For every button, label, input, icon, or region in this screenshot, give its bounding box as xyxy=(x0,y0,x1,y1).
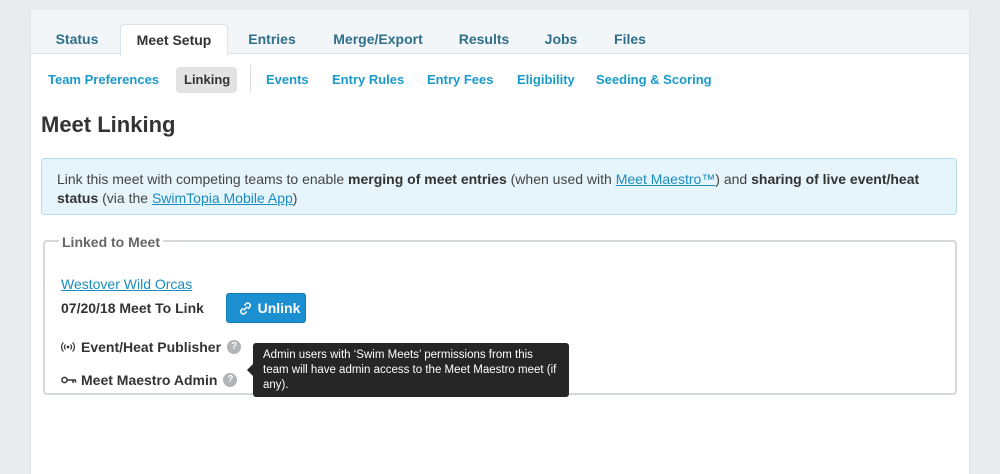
info-text: (via the xyxy=(98,190,152,206)
permission-event-heat-publisher: Event/Heat Publisher ? xyxy=(61,339,242,355)
key-icon xyxy=(61,373,77,387)
tooltip-arrow xyxy=(247,364,253,376)
broadcast-icon xyxy=(61,340,77,354)
permission-label: Event/Heat Publisher xyxy=(81,339,222,355)
admin-permission-tooltip: Admin users with ‘Swim Meets’ permission… xyxy=(247,343,569,397)
help-icon[interactable]: ? xyxy=(223,373,238,387)
unlink-button[interactable]: Unlink xyxy=(226,293,306,323)
mobile-app-link[interactable]: SwimTopia Mobile App xyxy=(152,190,293,206)
tab-files[interactable]: Files xyxy=(603,25,657,53)
subnav-team-preferences[interactable]: Team Preferences xyxy=(40,67,167,93)
info-text: Link this meet with competing teams to e… xyxy=(57,171,349,187)
page-container: Status Meet Setup Entries Merge/Export R… xyxy=(30,10,970,474)
linked-meet-name: 07/20/18 Meet To Link xyxy=(61,300,204,316)
info-text: ) and xyxy=(715,171,752,187)
tab-meet-setup[interactable]: Meet Setup xyxy=(120,24,228,56)
help-icon[interactable]: ? xyxy=(227,340,242,354)
tab-results[interactable]: Results xyxy=(450,25,518,53)
permission-meet-maestro-admin: Meet Maestro Admin ? xyxy=(61,372,238,388)
permission-label: Meet Maestro Admin xyxy=(81,372,218,388)
subnav-entry-rules[interactable]: Entry Rules xyxy=(324,67,412,93)
linked-team-link[interactable]: Westover Wild Orcas xyxy=(61,276,192,292)
info-text: ) xyxy=(292,190,298,206)
subnav-events[interactable]: Events xyxy=(258,67,317,93)
subnav-linking[interactable]: Linking xyxy=(176,67,237,93)
tab-status[interactable]: Status xyxy=(43,25,111,53)
tooltip-text: Admin users with ‘Swim Meets’ permission… xyxy=(263,349,557,391)
page-title: Meet Linking xyxy=(41,112,176,137)
main-tab-bar: Status Meet Setup Entries Merge/Export R… xyxy=(31,10,969,56)
subnav-eligibility[interactable]: Eligibility xyxy=(509,67,583,93)
info-banner: Link this meet with competing teams to e… xyxy=(41,158,957,215)
tab-jobs[interactable]: Jobs xyxy=(534,25,588,53)
tab-merge-export[interactable]: Merge/Export xyxy=(323,25,433,53)
linked-meet-legend: Linked to Meet xyxy=(59,234,164,250)
unlink-label: Unlink xyxy=(257,300,301,316)
tab-entries[interactable]: Entries xyxy=(238,25,306,53)
subnav-entry-fees[interactable]: Entry Fees xyxy=(419,67,501,93)
subnav-divider xyxy=(250,65,251,93)
unlink-icon xyxy=(238,301,253,316)
meet-maestro-link[interactable]: Meet Maestro™ xyxy=(616,171,716,187)
info-bold-merging: merging of meet entries xyxy=(348,171,507,187)
subnav-seeding-scoring[interactable]: Seeding & Scoring xyxy=(588,67,720,93)
info-text: (when used with xyxy=(506,171,616,187)
